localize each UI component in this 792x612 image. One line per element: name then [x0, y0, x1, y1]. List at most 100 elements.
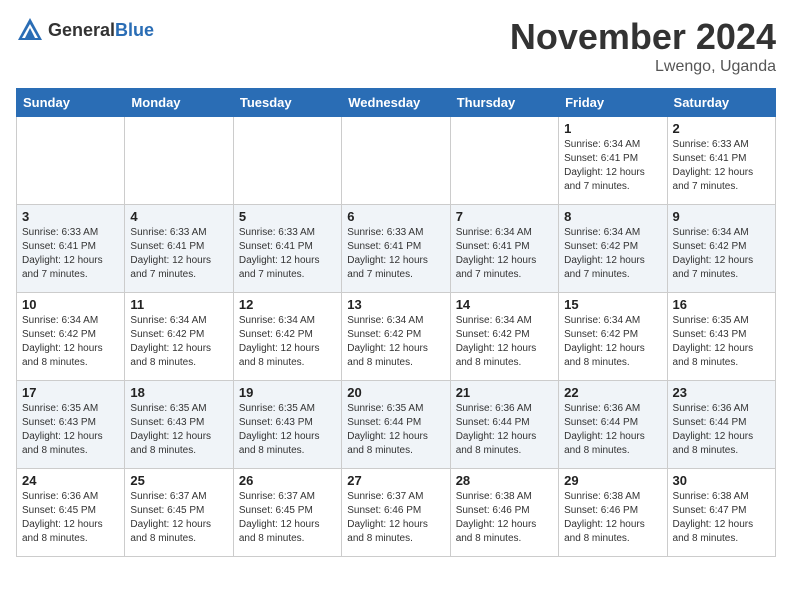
day-info: Sunrise: 6:35 AMSunset: 6:43 PMDaylight:…: [673, 314, 770, 370]
logo-text-general: General: [48, 20, 115, 40]
calendar-table: SundayMondayTuesdayWednesdayThursdayFrid…: [16, 88, 776, 557]
day-number: 16: [673, 297, 770, 312]
day-number: 9: [673, 209, 770, 224]
day-info: Sunrise: 6:34 AMSunset: 6:42 PMDaylight:…: [673, 226, 770, 282]
day-info: Sunrise: 6:36 AMSunset: 6:45 PMDaylight:…: [22, 490, 119, 546]
calendar-cell: [17, 117, 125, 205]
day-number: 2: [673, 121, 770, 136]
day-info: Sunrise: 6:36 AMSunset: 6:44 PMDaylight:…: [456, 402, 553, 458]
day-number: 1: [564, 121, 661, 136]
day-number: 12: [239, 297, 336, 312]
day-info: Sunrise: 6:35 AMSunset: 6:44 PMDaylight:…: [347, 402, 444, 458]
calendar-header: GeneralBlue November 2024 Lwengo, Uganda: [16, 16, 776, 76]
calendar-week-5: 24 Sunrise: 6:36 AMSunset: 6:45 PMDayligh…: [17, 469, 776, 557]
day-number: 30: [673, 473, 770, 488]
day-info: Sunrise: 6:34 AMSunset: 6:42 PMDaylight:…: [564, 226, 661, 282]
day-info: Sunrise: 6:37 AMSunset: 6:45 PMDaylight:…: [239, 490, 336, 546]
day-info: Sunrise: 6:33 AMSunset: 6:41 PMDaylight:…: [673, 138, 770, 194]
day-info: Sunrise: 6:34 AMSunset: 6:42 PMDaylight:…: [130, 314, 227, 370]
weekday-header-thursday: Thursday: [450, 89, 558, 117]
day-number: 15: [564, 297, 661, 312]
day-number: 8: [564, 209, 661, 224]
day-info: Sunrise: 6:34 AMSunset: 6:42 PMDaylight:…: [564, 314, 661, 370]
day-info: Sunrise: 6:34 AMSunset: 6:42 PMDaylight:…: [22, 314, 119, 370]
calendar-cell: [233, 117, 341, 205]
calendar-cell: 22Sunrise: 6:36 AMSunset: 6:44 PMDayligh…: [559, 381, 667, 469]
calendar-cell: [342, 117, 450, 205]
calendar-cell: 1 Sunrise: 6:34 AMSunset: 6:41 PMDaylight…: [559, 117, 667, 205]
calendar-cell: 25 Sunrise: 6:37 AMSunset: 6:45 PMDayligh…: [125, 469, 233, 557]
day-info: Sunrise: 6:37 AMSunset: 6:45 PMDaylight:…: [130, 490, 227, 546]
day-number: 13: [347, 297, 444, 312]
calendar-cell: 18 Sunrise: 6:35 AMSunset: 6:43 PMDayligh…: [125, 381, 233, 469]
calendar-cell: 20 Sunrise: 6:35 AMSunset: 6:44 PMDayligh…: [342, 381, 450, 469]
month-title: November 2024: [510, 16, 776, 58]
day-info: Sunrise: 6:34 AMSunset: 6:41 PMDaylight:…: [456, 226, 553, 282]
weekday-header-friday: Friday: [559, 89, 667, 117]
day-info: Sunrise: 6:33 AMSunset: 6:41 PMDaylight:…: [130, 226, 227, 282]
day-info: Sunrise: 6:35 AMSunset: 6:43 PMDaylight:…: [22, 402, 119, 458]
day-number: 27: [347, 473, 444, 488]
day-number: 20: [347, 385, 444, 400]
day-info: Sunrise: 6:34 AMSunset: 6:42 PMDaylight:…: [347, 314, 444, 370]
calendar-cell: 24 Sunrise: 6:36 AMSunset: 6:45 PMDayligh…: [17, 469, 125, 557]
calendar-cell: 15 Sunrise: 6:34 AMSunset: 6:42 PMDayligh…: [559, 293, 667, 381]
day-info: Sunrise: 6:36 AMSunset: 6:44 PMDaylight:…: [673, 402, 770, 458]
calendar-cell: 30 Sunrise: 6:38 AMSunset: 6:47 PMDayligh…: [667, 469, 775, 557]
day-number: 14: [456, 297, 553, 312]
day-info: Sunrise: 6:38 AMSunset: 6:46 PMDaylight:…: [456, 490, 553, 546]
day-number: 17: [22, 385, 119, 400]
day-info: Sunrise: 6:34 AMSunset: 6:41 PMDaylight:…: [564, 138, 661, 194]
day-number: 23: [673, 385, 770, 400]
calendar-week-4: 17 Sunrise: 6:35 AMSunset: 6:43 PMDayligh…: [17, 381, 776, 469]
calendar-cell: 29 Sunrise: 6:38 AMSunset: 6:46 PMDayligh…: [559, 469, 667, 557]
calendar-cell: 14 Sunrise: 6:34 AMSunset: 6:42 PMDayligh…: [450, 293, 558, 381]
calendar-cell: 12 Sunrise: 6:34 AMSunset: 6:42 PMDayligh…: [233, 293, 341, 381]
day-number: 6: [347, 209, 444, 224]
calendar-cell: 10Sunrise: 6:34 AMSunset: 6:42 PMDayligh…: [17, 293, 125, 381]
day-info: Sunrise: 6:35 AMSunset: 6:43 PMDaylight:…: [130, 402, 227, 458]
day-number: 24: [22, 473, 119, 488]
calendar-cell: 19 Sunrise: 6:35 AMSunset: 6:43 PMDayligh…: [233, 381, 341, 469]
calendar-cell: 28 Sunrise: 6:38 AMSunset: 6:46 PMDayligh…: [450, 469, 558, 557]
calendar-cell: 2 Sunrise: 6:33 AMSunset: 6:41 PMDaylight…: [667, 117, 775, 205]
calendar-cell: 5Sunrise: 6:33 AMSunset: 6:41 PMDaylight…: [233, 205, 341, 293]
location-subtitle: Lwengo, Uganda: [510, 58, 776, 76]
day-number: 19: [239, 385, 336, 400]
calendar-cell: 26Sunrise: 6:37 AMSunset: 6:45 PMDayligh…: [233, 469, 341, 557]
calendar-cell: 6 Sunrise: 6:33 AMSunset: 6:41 PMDaylight…: [342, 205, 450, 293]
day-info: Sunrise: 6:34 AMSunset: 6:42 PMDaylight:…: [456, 314, 553, 370]
calendar-cell: [125, 117, 233, 205]
calendar-cell: 21Sunrise: 6:36 AMSunset: 6:44 PMDayligh…: [450, 381, 558, 469]
day-info: Sunrise: 6:33 AMSunset: 6:41 PMDaylight:…: [347, 226, 444, 282]
weekday-header-row: SundayMondayTuesdayWednesdayThursdayFrid…: [17, 89, 776, 117]
calendar-cell: 8 Sunrise: 6:34 AMSunset: 6:42 PMDaylight…: [559, 205, 667, 293]
day-number: 4: [130, 209, 227, 224]
day-number: 25: [130, 473, 227, 488]
calendar-cell: [450, 117, 558, 205]
calendar-cell: 13 Sunrise: 6:34 AMSunset: 6:42 PMDayligh…: [342, 293, 450, 381]
day-info: Sunrise: 6:38 AMSunset: 6:47 PMDaylight:…: [673, 490, 770, 546]
day-number: 29: [564, 473, 661, 488]
day-number: 28: [456, 473, 553, 488]
calendar-week-3: 10Sunrise: 6:34 AMSunset: 6:42 PMDayligh…: [17, 293, 776, 381]
title-area: November 2024 Lwengo, Uganda: [510, 16, 776, 76]
day-number: 5: [239, 209, 336, 224]
logo-text-blue: Blue: [115, 20, 154, 40]
calendar-cell: 11Sunrise: 6:34 AMSunset: 6:42 PMDayligh…: [125, 293, 233, 381]
calendar-cell: 9 Sunrise: 6:34 AMSunset: 6:42 PMDaylight…: [667, 205, 775, 293]
day-info: Sunrise: 6:33 AMSunset: 6:41 PMDaylight:…: [22, 226, 119, 282]
day-info: Sunrise: 6:37 AMSunset: 6:46 PMDaylight:…: [347, 490, 444, 546]
weekday-header-wednesday: Wednesday: [342, 89, 450, 117]
weekday-header-monday: Monday: [125, 89, 233, 117]
calendar-cell: 27 Sunrise: 6:37 AMSunset: 6:46 PMDayligh…: [342, 469, 450, 557]
calendar-week-2: 3 Sunrise: 6:33 AMSunset: 6:41 PMDaylight…: [17, 205, 776, 293]
day-info: Sunrise: 6:34 AMSunset: 6:42 PMDaylight:…: [239, 314, 336, 370]
day-number: 3: [22, 209, 119, 224]
weekday-header-tuesday: Tuesday: [233, 89, 341, 117]
day-info: Sunrise: 6:35 AMSunset: 6:43 PMDaylight:…: [239, 402, 336, 458]
day-number: 18: [130, 385, 227, 400]
day-info: Sunrise: 6:36 AMSunset: 6:44 PMDaylight:…: [564, 402, 661, 458]
calendar-cell: 7Sunrise: 6:34 AMSunset: 6:41 PMDaylight…: [450, 205, 558, 293]
day-info: Sunrise: 6:38 AMSunset: 6:46 PMDaylight:…: [564, 490, 661, 546]
